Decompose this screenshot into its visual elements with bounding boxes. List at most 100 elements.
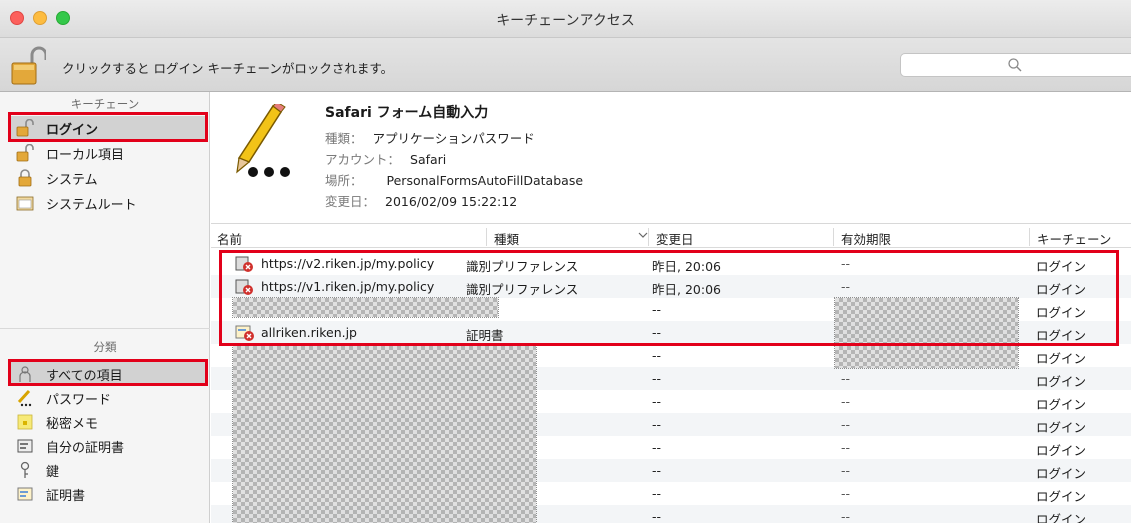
sidebar-item-system[interactable]: システム <box>8 166 208 190</box>
cell-expires: -- <box>841 256 851 271</box>
sidebar-item-label: 証明書 <box>46 488 86 504</box>
search-icon <box>1008 58 1022 72</box>
item-where-row: 場所： PersonalFormsAutoFillDatabase <box>325 170 583 189</box>
column-divider[interactable] <box>833 228 834 246</box>
unlocked-padlock-icon <box>16 144 34 162</box>
cell-expires: -- <box>841 371 851 386</box>
unlocked-padlock-icon <box>16 119 34 137</box>
cell-date: -- <box>652 302 662 317</box>
item-where-value: PersonalFormsAutoFillDatabase <box>386 173 584 188</box>
people-icon <box>16 365 34 383</box>
cell-keychain: ログイン <box>1036 282 1087 297</box>
cell-date: -- <box>652 486 662 501</box>
cell-expires: -- <box>841 279 851 294</box>
unlocked-padlock-icon[interactable] <box>10 46 46 86</box>
cell-keychain: ログイン <box>1036 420 1087 435</box>
lock-message[interactable]: クリックすると ログイン キーチェーンがロックされます。 <box>62 58 393 77</box>
search-field[interactable] <box>900 53 1131 77</box>
column-divider[interactable] <box>1029 228 1030 246</box>
sidebar-item-login[interactable]: ログイン <box>8 116 208 140</box>
column-header-expires[interactable]: 有効期限 <box>841 229 891 248</box>
item-where-label: 場所： <box>325 173 363 188</box>
certificate-icon <box>16 485 34 503</box>
cell-date: -- <box>652 509 662 523</box>
locked-padlock-icon <box>16 169 34 187</box>
folder-certificate-icon <box>16 194 34 212</box>
cell-keychain: ログイン <box>1036 259 1087 274</box>
cell-name: https://v2.riken.jp/my.policy <box>261 256 435 271</box>
cell-keychain: ログイン <box>1036 374 1087 389</box>
key-icon <box>16 461 34 479</box>
sidebar-item-certificates[interactable]: 証明書 <box>8 482 208 506</box>
cell-keychain: ログイン <box>1036 489 1087 504</box>
table-row[interactable]: https://v2.riken.jp/my.policy 識別プリファレンス … <box>211 252 1131 275</box>
column-divider[interactable] <box>648 228 649 246</box>
sidebar-item-keys[interactable]: 鍵 <box>8 458 208 482</box>
item-modified-value: 2016/02/09 15:22:12 <box>385 194 518 209</box>
sidebar-item-my-certificates[interactable]: 自分の証明書 <box>8 434 208 458</box>
cell-date: 昨日, 20:06 <box>652 259 721 274</box>
redacted-area <box>834 297 1019 369</box>
cell-kind: 識別プリファレンス <box>466 259 579 274</box>
item-kind-row: 種類： アプリケーションパスワード <box>325 128 535 147</box>
cell-keychain: ログイン <box>1036 328 1087 343</box>
cell-keychain: ログイン <box>1036 351 1087 366</box>
password-pencil-icon <box>236 104 290 177</box>
cell-name: https://v1.riken.jp/my.policy <box>261 279 435 294</box>
item-account-value: Safari <box>410 152 447 167</box>
cell-date: -- <box>652 394 662 409</box>
item-account-label: アカウント： <box>325 152 401 167</box>
sidebar-item-passwords[interactable]: パスワード <box>8 386 208 410</box>
sidebar-item-label: 秘密メモ <box>46 416 99 432</box>
cell-keychain: ログイン <box>1036 397 1087 412</box>
cell-expires: -- <box>841 509 851 523</box>
identity-preference-error-icon <box>235 279 253 295</box>
toolbar: クリックすると ログイン キーチェーンがロックされます。 <box>0 38 1131 92</box>
sidebar-item-secure-notes[interactable]: 秘密メモ <box>8 410 208 434</box>
item-detail-panel: Safari フォーム自動入力 種類： アプリケーションパスワード アカウント： S… <box>211 92 1131 224</box>
cell-date: -- <box>652 417 662 432</box>
item-kind-label: 種類： <box>325 131 363 146</box>
sidebar: キーチェーン ログイン ローカル項目 システム システムルート 分類 すべての項… <box>0 92 210 523</box>
cell-kind: 証明書 <box>466 328 504 343</box>
redacted-area <box>232 297 499 318</box>
sidebar-item-label: ログイン <box>46 122 99 138</box>
cell-expires: -- <box>841 440 851 455</box>
cell-date: -- <box>652 371 662 386</box>
table-header: 名前 種類 変更日 有効期限 キーチェーン <box>211 226 1131 248</box>
column-header-kind[interactable]: 種類 <box>494 229 519 248</box>
category-header: 分類 <box>93 340 117 354</box>
cell-keychain: ログイン <box>1036 305 1087 320</box>
cell-expires: -- <box>841 486 851 501</box>
column-header-name[interactable]: 名前 <box>217 229 242 248</box>
sidebar-item-label: システム <box>46 172 98 188</box>
cell-keychain: ログイン <box>1036 466 1087 481</box>
cell-expires: -- <box>841 463 851 478</box>
item-kind-value: アプリケーションパスワード <box>372 131 535 146</box>
sidebar-item-label: 鍵 <box>46 464 60 480</box>
cell-date: -- <box>652 348 662 363</box>
sidebar-item-system-roots[interactable]: システムルート <box>8 191 208 215</box>
column-header-keychain[interactable]: キーチェーン <box>1037 229 1111 248</box>
keychains-header: キーチェーン <box>70 97 140 111</box>
cell-expires: -- <box>841 394 851 409</box>
cell-date: -- <box>652 440 662 455</box>
chevron-down-icon[interactable] <box>638 230 648 240</box>
column-divider[interactable] <box>486 228 487 246</box>
pencil-password-icon <box>16 389 34 407</box>
cell-date: 昨日, 20:06 <box>652 282 721 297</box>
redacted-area <box>232 345 537 523</box>
window-title: キーチェーンアクセス <box>496 13 635 29</box>
table-row[interactable]: https://v1.riken.jp/my.policy 識別プリファレンス … <box>211 275 1131 298</box>
sidebar-divider <box>0 328 210 329</box>
cell-keychain: ログイン <box>1036 443 1087 458</box>
my-certificate-icon <box>16 437 34 455</box>
sidebar-item-label: パスワード <box>46 392 112 408</box>
sidebar-item-local-items[interactable]: ローカル項目 <box>8 141 208 165</box>
sidebar-item-label: すべての項目 <box>46 368 123 384</box>
column-header-date[interactable]: 変更日 <box>656 229 694 248</box>
certificate-error-icon <box>235 325 254 341</box>
item-modified-label: 変更日： <box>325 194 376 209</box>
sidebar-item-all-items[interactable]: すべての項目 <box>8 362 208 386</box>
secure-note-icon <box>16 413 34 431</box>
